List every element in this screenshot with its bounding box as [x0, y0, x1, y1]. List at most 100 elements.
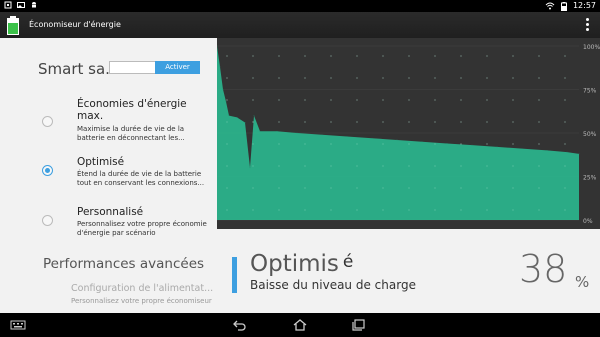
grid-dot-overlay	[304, 165, 306, 167]
data-point	[566, 151, 568, 153]
data-point	[546, 150, 548, 151]
y-tick-label: 75%	[583, 88, 597, 95]
grid-dot-overlay	[460, 165, 462, 167]
grid-dot-overlay	[304, 143, 306, 145]
status-time: 12:57	[572, 1, 596, 10]
grid-dot-overlay	[382, 165, 384, 167]
status-bar-system: 12:57	[545, 1, 596, 11]
smart-saver-label: Smart sa..	[38, 60, 115, 78]
status-bar: 12:57	[0, 0, 600, 12]
grid-dot-overlay	[304, 99, 306, 101]
grid-dot-overlay	[564, 209, 566, 211]
grid-dot-overlay	[304, 55, 306, 57]
battery-level-chart: 100% 75% 50% 25% 0%	[217, 38, 600, 229]
status-bar-notifications	[4, 1, 38, 9]
grid-dot-overlay	[330, 209, 332, 211]
grid-dot-overlay	[564, 165, 566, 167]
grid-dot-overlay	[486, 121, 488, 123]
grid-dot-overlay	[304, 209, 306, 211]
grid-dot-overlay	[460, 143, 462, 145]
battery-chart-svg: 100% 75% 50% 25% 0%	[217, 44, 600, 225]
grid-dot-overlay	[330, 99, 332, 101]
grid-dot-overlay	[330, 165, 332, 167]
recents-icon[interactable]	[352, 319, 366, 331]
grid-dot-overlay	[278, 55, 280, 57]
grid-dot-overlay	[226, 77, 228, 79]
option-description: Personnalisez votre propre économie d'én…	[77, 220, 207, 237]
option-title: Personnalisé	[77, 206, 144, 218]
grid-dot-overlay	[252, 165, 254, 167]
grid-dot-overlay	[434, 187, 436, 189]
data-point	[276, 130, 278, 132]
radio-custom[interactable]	[42, 215, 53, 226]
advanced-performance-heading: Performances avancées	[43, 256, 205, 272]
grid-dot-overlay	[564, 99, 566, 101]
grid-dot-overlay	[408, 187, 410, 189]
grid-dot-overlay	[408, 209, 410, 211]
current-mode: Optimis é	[250, 251, 353, 277]
grid-dot-overlay	[356, 209, 358, 211]
grid-dot-overlay	[408, 165, 410, 167]
grid-dot-overlay	[252, 143, 254, 145]
grid-dot-overlay	[512, 77, 514, 79]
grid-dot-overlay	[434, 99, 436, 101]
radio-max-saving[interactable]	[42, 116, 53, 127]
data-point	[225, 101, 227, 103]
grid-dot-overlay	[330, 143, 332, 145]
grid-dot-overlay	[564, 121, 566, 123]
data-point	[259, 130, 261, 132]
grid-dot-overlay	[252, 99, 254, 101]
option-title: Optimisé	[77, 156, 125, 168]
grid-dot-overlay	[278, 77, 280, 79]
navigation-bar	[0, 313, 600, 337]
overflow-menu-icon[interactable]	[586, 18, 590, 32]
power-config-item[interactable]: Configuration de l'alimentat...	[71, 283, 213, 294]
grid-dot-overlay	[226, 99, 228, 101]
option-description: Maximise la durée de vie de la batterie …	[77, 125, 185, 142]
activate-button[interactable]: Activer	[155, 61, 200, 74]
grid-dot-overlay	[512, 55, 514, 57]
charge-drop-label: Baisse du niveau de charge	[250, 278, 416, 292]
data-point	[219, 66, 221, 68]
grid-dot-overlay	[304, 187, 306, 189]
grid-dot-overlay	[252, 209, 254, 211]
data-point	[236, 116, 238, 118]
keyboard-icon[interactable]	[10, 319, 26, 331]
grid-dot-overlay	[304, 121, 306, 123]
grid-dot-overlay	[382, 121, 384, 123]
grid-dot-overlay	[538, 165, 540, 167]
grid-dot-overlay	[408, 121, 410, 123]
grid-dot-overlay	[434, 121, 436, 123]
grid-dot-overlay	[226, 143, 228, 145]
data-point	[471, 144, 473, 146]
data-point	[421, 141, 423, 143]
data-point	[222, 89, 224, 90]
back-icon[interactable]	[232, 319, 246, 331]
y-tick-label: 50%	[583, 131, 597, 138]
grid-dot-overlay	[538, 99, 540, 101]
grid-dot-overlay	[564, 77, 566, 79]
y-tick-label: 25%	[583, 175, 597, 182]
grid-dot-overlay	[278, 143, 280, 145]
mode-panel: Smart sa.. Activer Économies d'énergie m…	[0, 38, 217, 313]
battery-icon	[560, 1, 567, 11]
grid-dot-overlay	[382, 209, 384, 211]
radio-optimized[interactable]	[42, 165, 53, 176]
smart-saver-toggle-track[interactable]	[109, 61, 156, 74]
grid-dot-overlay	[252, 55, 254, 57]
grid-dot-overlay	[252, 121, 254, 123]
image-icon	[17, 2, 25, 8]
grid-dot-overlay	[408, 143, 410, 145]
data-point	[496, 146, 498, 148]
grid-dot-overlay	[278, 187, 280, 189]
grid-dot-overlay	[564, 55, 566, 57]
grid-dot-overlay	[330, 77, 332, 79]
accent-bar	[232, 257, 237, 293]
home-icon[interactable]	[292, 319, 308, 331]
grid-dot-overlay	[486, 77, 488, 79]
grid-dot-overlay	[486, 55, 488, 57]
grid-dot-overlay	[434, 165, 436, 167]
grid-dot-overlay	[434, 77, 436, 79]
grid-dot-overlay	[486, 143, 488, 145]
grid-dot-overlay	[304, 77, 306, 79]
